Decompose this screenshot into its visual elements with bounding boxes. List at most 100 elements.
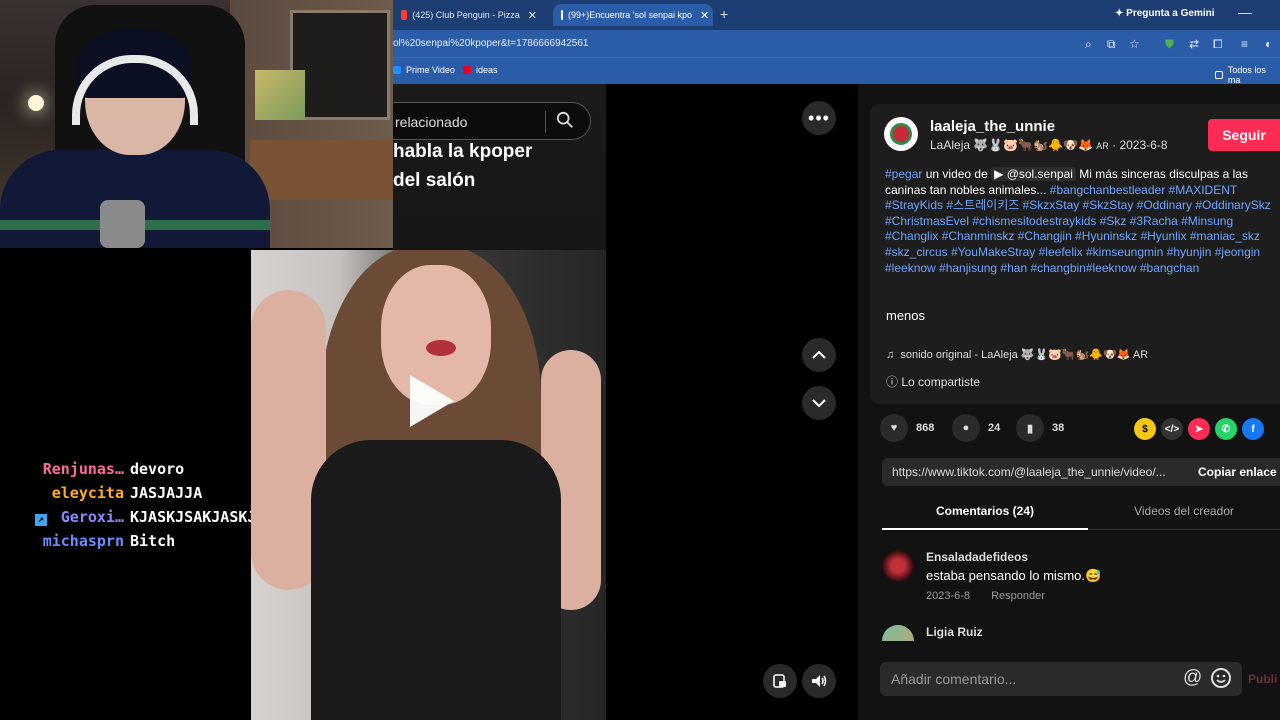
browser-tab-bar: (425) Club Penguin - Pizza ✕ (99+)Encuen… xyxy=(393,0,1280,30)
browser-tab-tiktok[interactable]: (99+)Encuentra 'sol senpai kpo ✕ xyxy=(553,4,713,26)
music-title: sonido original - LaAleja 🐺🐰🐷🐂🐿️🐥🐶🦊 AR xyxy=(900,349,1149,361)
webcam-feed xyxy=(0,0,393,248)
minimize-icon[interactable]: — xyxy=(1238,4,1252,20)
avatar[interactable] xyxy=(882,625,914,641)
related-search-text: relacionado xyxy=(395,114,468,130)
cast-icon[interactable]: ⧉ xyxy=(1107,37,1116,52)
video-overlay-text: habla la kpoper xyxy=(393,141,533,162)
shared-status: ⓘ Lo compartiste xyxy=(886,373,980,390)
close-icon[interactable]: ✕ xyxy=(700,9,709,22)
video-details-panel: laaleja_the_unnie LaAleja 🐺🐰🐷🐂🐿️🐥🐶🦊 AR ·… xyxy=(870,104,1280,404)
share-link-box: https://www.tiktok.com/@laaleja_the_unni… xyxy=(882,458,1280,486)
comment-username[interactable]: Ligia Ruiz xyxy=(926,625,983,639)
webcam-painting xyxy=(255,70,305,120)
more-options-button[interactable]: ••• xyxy=(802,101,836,135)
address-bar[interactable]: ol%20senpai%20kpoper&t=1786666942561 ⌕ ⧉… xyxy=(393,30,1280,57)
translate-icon[interactable]: ⇄ xyxy=(1189,37,1199,51)
tab-comments[interactable]: Comentarios (24) xyxy=(882,498,1088,530)
coin-icon[interactable]: $ xyxy=(1134,418,1156,440)
tab-creator-videos[interactable]: Videos del creador xyxy=(1088,498,1280,530)
comment-username[interactable]: Ensaladadefideos xyxy=(926,550,1028,564)
folder-icon xyxy=(1215,71,1223,79)
volume-button[interactable] xyxy=(802,664,836,698)
info-icon: ⓘ xyxy=(886,375,899,389)
picture-in-picture-button[interactable] xyxy=(763,664,797,698)
video-caption: #pegar un video de ▶ @sol.senpai Mi más … xyxy=(885,167,1280,276)
comment-count: 24 xyxy=(988,422,1001,434)
follow-button[interactable]: Seguir xyxy=(1208,119,1280,151)
reply-button[interactable]: Responder xyxy=(991,590,1045,602)
whatsapp-icon[interactable]: ✆ xyxy=(1215,418,1237,440)
new-tab-button[interactable]: + xyxy=(720,6,728,22)
copy-link-button[interactable]: Copiar enlace xyxy=(1198,465,1277,479)
bookmark-star-icon[interactable]: ☆ xyxy=(1129,37,1140,51)
search-icon[interactable] xyxy=(556,111,574,129)
bookmark-all[interactable]: Todos los ma xyxy=(1215,65,1280,85)
author-avatar[interactable] xyxy=(884,117,918,151)
bookmark-prime-video[interactable]: Prime Video xyxy=(393,65,455,75)
bookmark-label: Prime Video xyxy=(406,65,455,75)
share-link-text[interactable]: https://www.tiktok.com/@laaleja_the_unni… xyxy=(892,465,1166,479)
bookmark-ideas[interactable]: ideas xyxy=(463,65,498,75)
bookmark-label: Todos los ma xyxy=(1227,65,1266,85)
comment-input[interactable]: Añadir comentario... @ xyxy=(880,662,1242,696)
comment-text: estaba pensando lo mismo.😅 xyxy=(926,568,1102,583)
tab-label: (425) Club Penguin - Pizza xyxy=(412,10,520,20)
play-icon[interactable] xyxy=(410,375,454,427)
prime-video-icon xyxy=(393,66,401,74)
music-info[interactable]: ♫ sonido original - LaAleja 🐺🐰🐷🐂🐿️🐥🐶🦊 AR xyxy=(886,348,1148,361)
send-icon[interactable]: ➤ xyxy=(1188,418,1210,440)
engagement-stats: ♥ 868 ● 24 ▮ 38 $ </> ➤ ✆ f xyxy=(870,414,1280,446)
webcam-lamp xyxy=(28,95,44,111)
close-icon[interactable]: ✕ xyxy=(528,9,537,22)
chat-username-wrap: ↗ Geroxi… xyxy=(0,508,130,527)
embedded-video-frame[interactable] xyxy=(251,250,606,720)
video-overlay-text: del salón xyxy=(393,170,476,191)
prime-badge-icon: ↗ xyxy=(34,514,47,526)
profile-icon[interactable]: ◐ xyxy=(1265,37,1272,51)
comment-placeholder: Añadir comentario... xyxy=(891,671,1017,687)
next-video-button[interactable] xyxy=(802,386,836,420)
webcam-window xyxy=(290,10,390,120)
person-lips xyxy=(426,340,456,356)
mention-icon[interactable]: @ xyxy=(1183,667,1202,689)
post-date: 2023-6-8 xyxy=(1119,138,1168,152)
hashtag-link[interactable]: #pegar xyxy=(885,167,922,181)
emoji-icon[interactable] xyxy=(1210,667,1232,689)
comment-icon: ● xyxy=(952,414,980,442)
zoom-icon[interactable]: ⌕ xyxy=(1085,37,1092,52)
publish-button[interactable]: Publi xyxy=(1248,672,1277,686)
avatar-image xyxy=(890,123,912,145)
related-search-bar[interactable]: relacionado xyxy=(393,102,591,140)
webcam-shelf xyxy=(250,140,393,200)
like-button[interactable]: ♥ 868 xyxy=(880,414,934,442)
extensions-icon[interactable]: ⧠ xyxy=(1213,37,1223,52)
facebook-icon[interactable]: f xyxy=(1242,418,1264,440)
shield-icon[interactable]: ⛊ xyxy=(1165,37,1174,52)
browser-tab-club-penguin[interactable]: (425) Club Penguin - Pizza ✕ xyxy=(393,4,545,26)
playlist-icon[interactable]: ≡ xyxy=(1241,37,1248,51)
comment-button[interactable]: ● 24 xyxy=(952,414,1000,442)
pip-icon xyxy=(773,674,786,688)
previous-video-button[interactable] xyxy=(802,338,836,372)
comment-item: Ligia Ruiz xyxy=(882,625,1280,641)
see-less-button[interactable]: menos xyxy=(886,308,925,323)
divider xyxy=(545,111,546,133)
chevron-up-icon xyxy=(812,350,826,359)
url-text[interactable]: ol%20senpai%20kpoper&t=1786666942561 xyxy=(393,38,588,49)
pinterest-icon xyxy=(463,66,471,74)
music-note-icon: ♫ xyxy=(886,349,895,361)
gemini-button[interactable]: ✦ Pregunta a Gemini xyxy=(1115,8,1215,19)
mention-label: @sol.senpai xyxy=(1006,167,1073,181)
mention-link[interactable]: ▶ @sol.senpai xyxy=(991,167,1076,181)
author-username[interactable]: laaleja_the_unnie xyxy=(930,118,1055,135)
embed-icon[interactable]: </> xyxy=(1161,418,1183,440)
comment-date: 2023-6-8 xyxy=(926,590,971,602)
youtube-icon xyxy=(401,10,408,20)
mate-cup xyxy=(100,200,145,248)
like-count: 868 xyxy=(916,422,935,434)
bookmark-icon: ▮ xyxy=(1016,414,1044,442)
avatar[interactable] xyxy=(882,550,914,582)
save-button[interactable]: ▮ 38 xyxy=(1016,414,1064,442)
shared-label: Lo compartiste xyxy=(901,375,981,389)
